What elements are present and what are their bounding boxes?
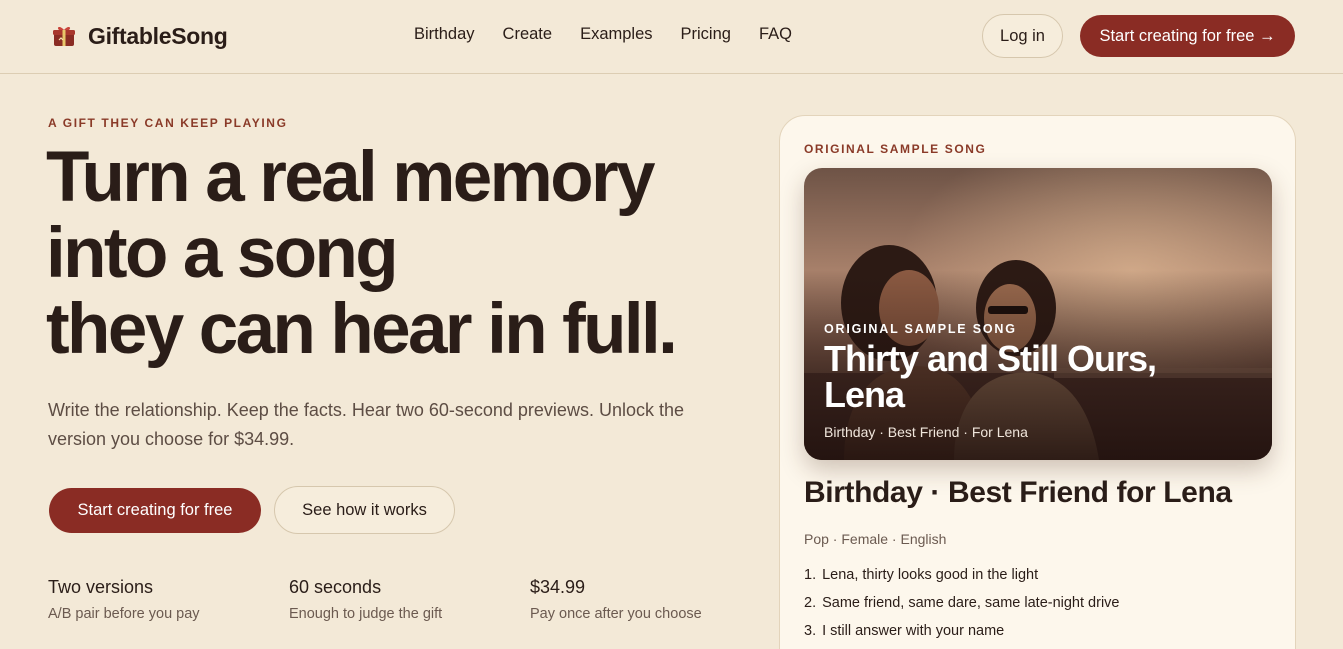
stat-title: Two versions bbox=[48, 577, 154, 597]
cover-title: Thirty and Still Ours, Lena bbox=[824, 341, 1252, 413]
headline-line-1: Turn a real memory bbox=[46, 138, 656, 217]
lyrics-list: 1. Lena, thirty looks good in the light … bbox=[804, 567, 1120, 649]
sample-song-meta: Pop · Female · English bbox=[804, 531, 947, 547]
lyric-line: 2. Same friend, same dare, same late-nig… bbox=[804, 595, 1120, 623]
stat-title: $34.99 bbox=[530, 577, 586, 597]
hero-eyebrow: A GIFT THEY CAN KEEP PLAYING bbox=[48, 116, 288, 130]
nav-faq[interactable]: FAQ bbox=[759, 25, 792, 44]
headline-line-3: they can hear in full. bbox=[46, 290, 678, 369]
see-how-it-works-button[interactable]: See how it works bbox=[274, 486, 455, 534]
site-header: GiftableSong Birthday Create Examples Pr… bbox=[0, 0, 1343, 74]
stat-duration: 60 seconds Enough to judge the gift bbox=[289, 577, 442, 622]
lyric-number: 2. bbox=[804, 595, 817, 611]
nav-create[interactable]: Create bbox=[503, 25, 553, 44]
lyric-text: Lena, thirty looks good in the light bbox=[822, 567, 1039, 583]
nav-pricing[interactable]: Pricing bbox=[681, 25, 731, 44]
header-start-creating-button[interactable]: Start creating for free → bbox=[1080, 15, 1295, 57]
hero-headline: Turn a real memory into a song they can … bbox=[46, 140, 766, 368]
brand-logo[interactable]: GiftableSong bbox=[50, 21, 228, 51]
cover-overlay: ORIGINAL SAMPLE SONG Thirty and Still Ou… bbox=[824, 322, 1252, 440]
stat-price: $34.99 Pay once after you choose bbox=[530, 577, 702, 622]
headline-line-2: into a song bbox=[46, 214, 399, 293]
gift-icon bbox=[53, 26, 75, 46]
card-eyebrow: ORIGINAL SAMPLE SONG bbox=[804, 142, 987, 156]
lyric-line: 1. Lena, thirty looks good in the light bbox=[804, 567, 1120, 595]
sample-song-title: Birthday · Best Friend for Lena bbox=[804, 476, 1232, 509]
lyric-line: 3. I still answer with your name bbox=[804, 623, 1120, 649]
sample-song-card: ORIGINAL SAMPLE SONG ORIGINAL SAMPLE SON… bbox=[779, 115, 1296, 649]
cover-title-line-2: Lena bbox=[824, 374, 905, 415]
stat-versions: Two versions A/B pair before you pay bbox=[48, 577, 200, 622]
nav-examples[interactable]: Examples bbox=[580, 25, 652, 44]
login-button[interactable]: Log in bbox=[982, 14, 1063, 58]
main-nav: Birthday Create Examples Pricing FAQ bbox=[414, 25, 792, 44]
cover-eyebrow: ORIGINAL SAMPLE SONG bbox=[824, 322, 1017, 336]
lyric-number: 1. bbox=[804, 567, 817, 583]
stat-subtitle: A/B pair before you pay bbox=[48, 606, 200, 622]
sample-song-cover[interactable]: ORIGINAL SAMPLE SONG Thirty and Still Ou… bbox=[804, 168, 1272, 460]
cover-tags: Birthday · Best Friend · For Lena bbox=[824, 424, 1028, 440]
stat-subtitle: Enough to judge the gift bbox=[289, 606, 443, 622]
start-creating-button[interactable]: Start creating for free bbox=[49, 488, 261, 533]
hero-subtext: Write the relationship. Keep the facts. … bbox=[48, 400, 684, 449]
lyric-text: Same friend, same dare, same late-night … bbox=[822, 595, 1120, 611]
lyric-text: I still answer with your name bbox=[822, 623, 1005, 639]
stat-title: 60 seconds bbox=[289, 577, 382, 597]
cover-title-line-1: Thirty and Still Ours, bbox=[824, 338, 1157, 379]
stat-subtitle: Pay once after you choose bbox=[530, 606, 702, 622]
nav-birthday[interactable]: Birthday bbox=[414, 25, 475, 44]
lyric-number: 3. bbox=[804, 623, 817, 639]
brand-name: GiftableSong bbox=[88, 22, 228, 49]
